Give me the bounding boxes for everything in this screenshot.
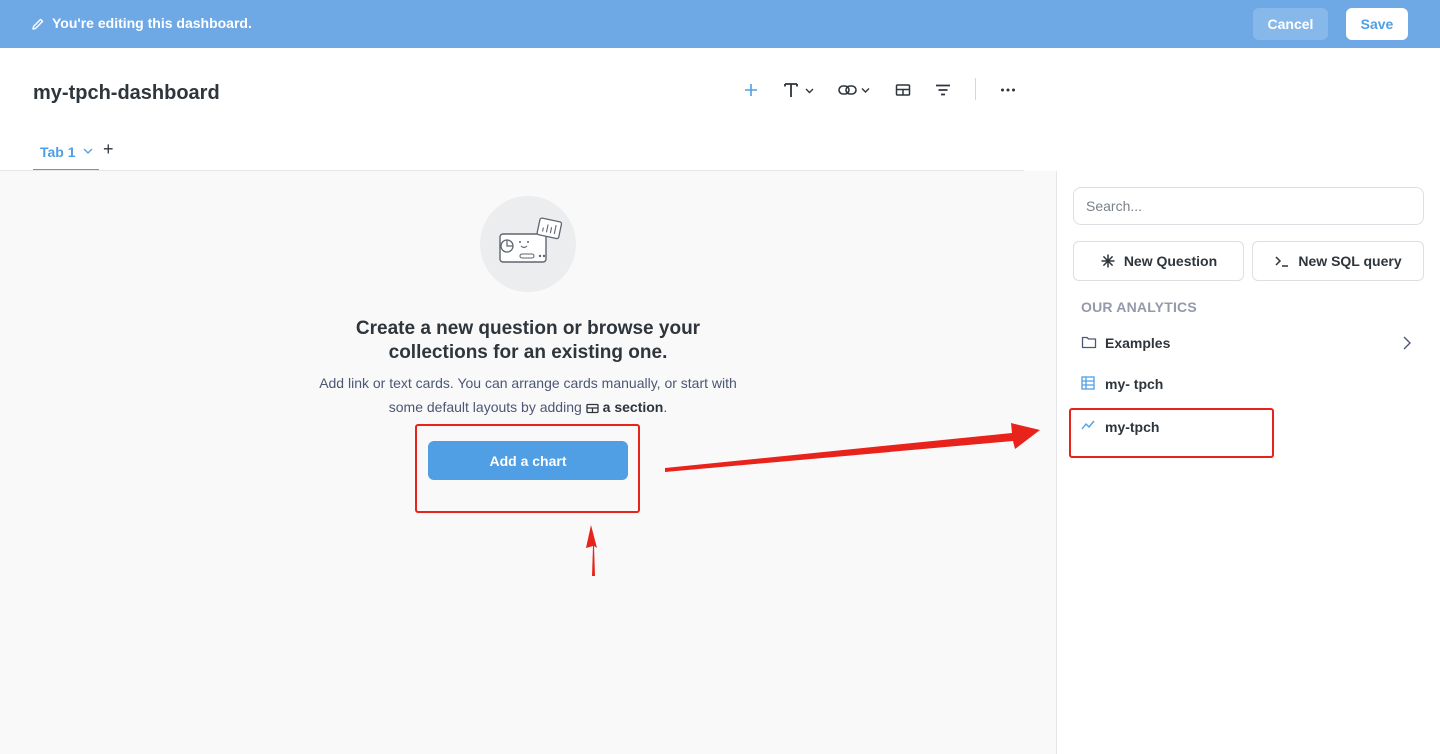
- text-icon: [784, 83, 814, 97]
- edit-mode-bar: You're editing this dashboard. Cancel Sa…: [0, 0, 1440, 48]
- text-card-button[interactable]: [782, 78, 816, 102]
- toolbar-divider: [975, 78, 976, 100]
- add-card-button[interactable]: [740, 78, 762, 102]
- section-icon: [586, 403, 599, 414]
- tab-label: Tab 1: [40, 144, 76, 160]
- add-tab-button[interactable]: +: [103, 140, 114, 158]
- table-icon: [1081, 376, 1095, 390]
- new-question-label: New Question: [1123, 253, 1218, 269]
- terminal-icon: [1275, 256, 1289, 267]
- chevron-down-icon[interactable]: [83, 146, 93, 156]
- tab-1[interactable]: Tab 1: [33, 136, 99, 172]
- new-sql-query-button[interactable]: New SQL query: [1252, 241, 1424, 281]
- more-icon: [1001, 88, 1015, 92]
- collection-item-examples[interactable]: Examples: [1073, 325, 1424, 361]
- filter-icon: [936, 84, 950, 96]
- add-section-link[interactable]: a section: [603, 399, 664, 415]
- empty-dashboard-illustration: [480, 196, 576, 292]
- link-card-button[interactable]: [837, 78, 873, 102]
- new-question-button[interactable]: New Question: [1073, 241, 1244, 281]
- empty-state-text: Add link or text cards. You can arrange …: [319, 375, 737, 415]
- new-sql-query-label: New SQL query: [1298, 253, 1402, 269]
- empty-state-title: Create a new question or browse your col…: [355, 318, 701, 363]
- annotation-box-add-chart: [415, 424, 640, 513]
- annotation-box-my-tpch: [1069, 408, 1274, 458]
- collection-section-title: OUR ANALYTICS: [1081, 299, 1197, 315]
- add-section-button[interactable]: [893, 78, 913, 102]
- empty-state-period: .: [663, 399, 668, 415]
- chevron-right-icon: [1403, 336, 1411, 350]
- add-filter-button[interactable]: [933, 78, 953, 102]
- collection-item-my-tpch-table[interactable]: my- tpch: [1073, 366, 1424, 402]
- link-icon: [838, 85, 870, 95]
- pencil-icon: [32, 18, 44, 30]
- more-options-button[interactable]: [996, 78, 1020, 102]
- cancel-button[interactable]: Cancel: [1253, 8, 1328, 40]
- edit-mode-message: You're editing this dashboard.: [52, 15, 252, 31]
- search-input[interactable]: [1073, 187, 1424, 225]
- folder-icon: [1081, 336, 1097, 349]
- dashboard-illustration-icon: [499, 217, 563, 263]
- sparkle-icon: [1101, 254, 1115, 268]
- save-button[interactable]: Save: [1346, 8, 1408, 40]
- empty-state-description: Add link or text cards. You can arrange …: [318, 371, 738, 419]
- collection-item-label: my- tpch: [1105, 376, 1164, 392]
- dashboard-title[interactable]: my-tpch-dashboard: [33, 82, 220, 105]
- collection-item-label: Examples: [1105, 335, 1171, 351]
- section-icon: [895, 84, 911, 96]
- plus-icon: [745, 84, 757, 96]
